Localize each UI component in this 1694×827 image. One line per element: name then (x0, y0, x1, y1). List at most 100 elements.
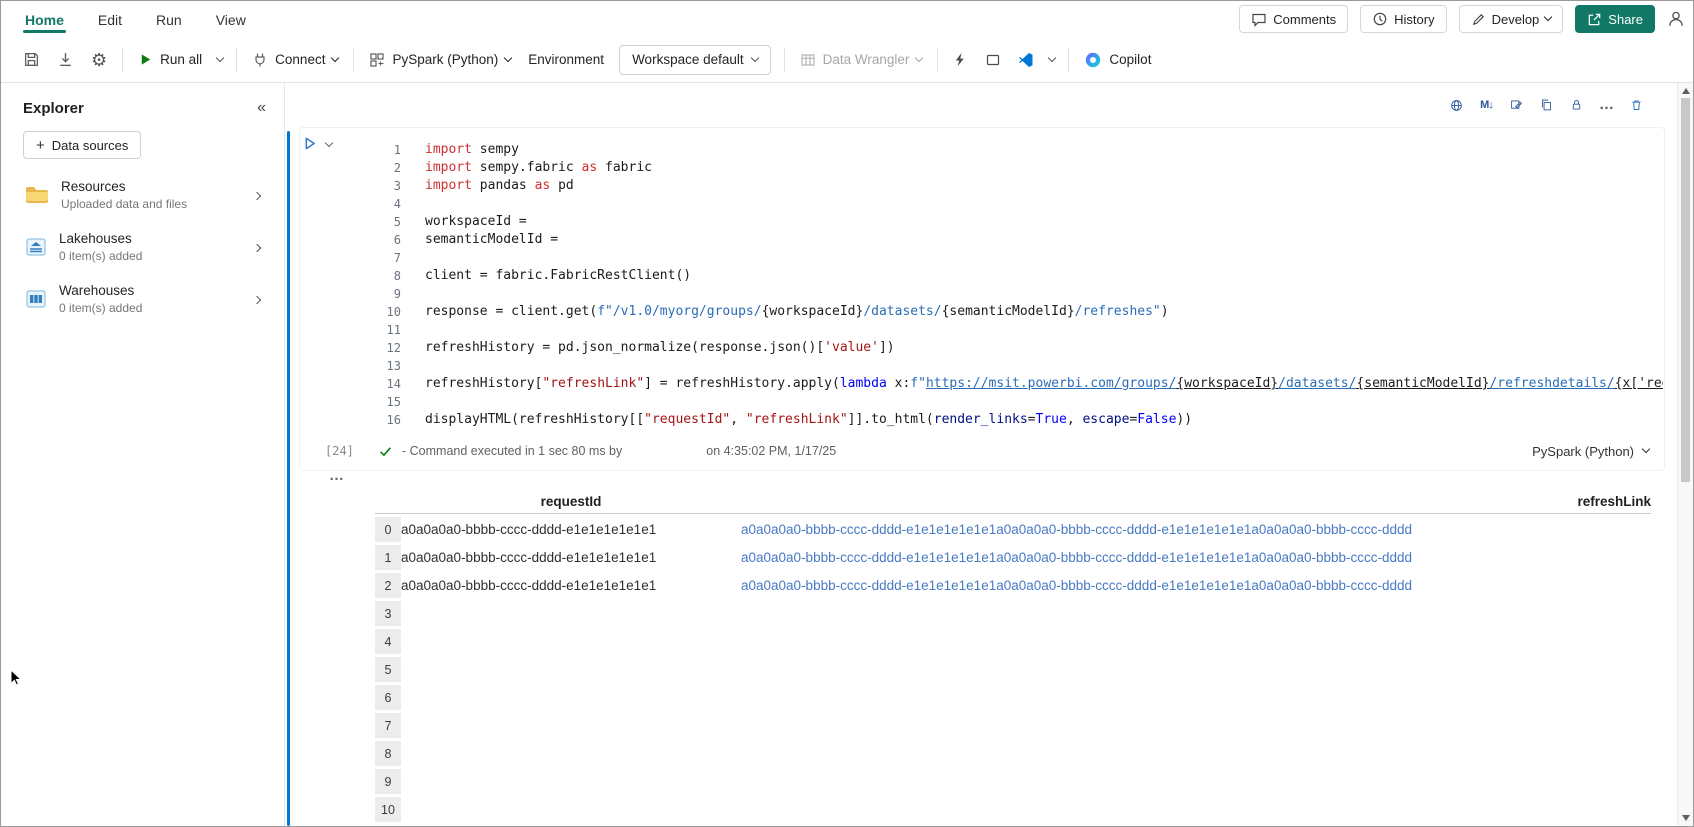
output-table-body: 0 a0a0a0a0-bbbb-cccc-dddd-e1e1e1e1e1e1 a0a… (375, 517, 1651, 822)
refresh-link-cell[interactable]: a0a0a0a0-bbbb-cccc-dddd-e1e1e1e1e1e1a0a0… (741, 545, 1651, 570)
cell-status-bar: [24] - Command executed in 1 sec 80 ms b… (325, 437, 1651, 465)
code-line[interactable] (425, 357, 1663, 375)
warehouse-icon (26, 290, 46, 308)
line-number: 6 (393, 233, 401, 247)
table-row: 4 (375, 629, 1651, 654)
more-commands-button[interactable]: … (1594, 93, 1619, 117)
freeze-cell-button[interactable] (1564, 93, 1589, 117)
run-all-dropdown-chevron[interactable] (215, 53, 225, 62)
history-button[interactable]: History (1360, 5, 1447, 33)
refresh-link-cell[interactable]: a0a0a0a0-bbbb-cccc-dddd-e1e1e1e1e1e1a0a0… (741, 517, 1651, 542)
request-id-cell: a0a0a0a0-bbbb-cccc-dddd-e1e1e1e1e1e1 (401, 522, 657, 537)
code-line[interactable]: response = client.get(f"/v1.0/myorg/grou… (425, 303, 1663, 321)
copilot-icon (1086, 52, 1101, 67)
download-button[interactable] (55, 47, 76, 72)
convert-to-markdown-button[interactable]: M↓ (1474, 93, 1499, 117)
refresh-link-cell (741, 797, 1651, 822)
vscode-button[interactable] (1016, 48, 1036, 72)
chevron-down-icon (1544, 12, 1553, 22)
code-line[interactable]: workspaceId = (425, 213, 1663, 231)
account-icon[interactable] (1667, 10, 1685, 28)
code-line[interactable] (425, 321, 1663, 339)
run-cell-icon (305, 137, 315, 150)
code-line[interactable]: refreshHistory = pd.json_normalize(respo… (425, 339, 1663, 357)
workspace-selector[interactable]: Workspace default (619, 44, 771, 75)
run-all-button[interactable]: Run all (136, 48, 204, 71)
row-index: 8 (375, 741, 401, 766)
save-icon (25, 53, 38, 66)
code-line[interactable] (425, 393, 1663, 411)
tab-home[interactable]: Home (23, 4, 66, 34)
explorer-item-lakehouses[interactable]: Lakehouses 0 item(s) added (1, 221, 284, 273)
environment-button[interactable]: Environment (526, 48, 606, 71)
lakehouse-icon (26, 238, 46, 256)
line-number: 13 (386, 359, 401, 373)
language-selector-button[interactable]: PySpark (Python) (367, 48, 513, 72)
refresh-link-cell (741, 713, 1651, 738)
copy-cell-button[interactable] (1534, 93, 1559, 117)
edit-cell-button[interactable] (1504, 93, 1529, 117)
run-cell-button[interactable] (301, 135, 318, 155)
settings-button[interactable]: ⚙ (89, 47, 109, 73)
vscode-dropdown-chevron[interactable] (1048, 53, 1057, 62)
tab-edit[interactable]: Edit (96, 4, 124, 34)
chevron-right-icon[interactable] (252, 243, 262, 253)
explorer-item-warehouses[interactable]: Warehouses 0 item(s) added (1, 273, 284, 325)
code-line[interactable]: displayHTML(refreshHistory[["requestId",… (425, 411, 1663, 429)
save-button[interactable] (21, 47, 42, 72)
refresh-link-cell (741, 629, 1651, 654)
chevron-right-icon[interactable] (252, 191, 262, 201)
focus-frame-button[interactable] (983, 48, 1003, 72)
session-button[interactable] (951, 48, 970, 71)
code-line[interactable]: semanticModelId = (425, 231, 1663, 249)
gear-icon: ⚙ (91, 49, 108, 70)
delete-cell-button[interactable] (1624, 93, 1649, 117)
add-data-sources-button[interactable]: + Data sources (23, 131, 142, 159)
comments-button[interactable]: Comments (1239, 5, 1349, 33)
collapse-explorer-button[interactable]: « (257, 99, 266, 117)
code-line[interactable]: import pandas as pd (425, 177, 1663, 195)
scroll-up-arrow-icon[interactable] (1682, 88, 1690, 94)
table-row: 5 (375, 657, 1651, 682)
code-line[interactable] (425, 285, 1663, 303)
code-lines[interactable]: import sempy import sempy.fabric as fabri… (401, 141, 1663, 429)
vertical-scrollbar[interactable] (1677, 83, 1693, 826)
code-line[interactable]: refreshHistory["refreshLink"] = refreshH… (425, 375, 1663, 393)
refresh-link-cell (741, 601, 1651, 626)
cell-output: requestId refreshLink 0 a0a0a0a0-bbbb-ccc… (375, 487, 1651, 825)
code-line[interactable]: import sempy.fabric as fabric (425, 159, 1663, 177)
output-collapse-handle[interactable]: … (329, 468, 345, 483)
explorer-item-label: Resources (61, 179, 126, 194)
chevron-right-icon[interactable] (252, 295, 262, 305)
copilot-button[interactable]: Copilot (1082, 47, 1153, 73)
line-number: 3 (393, 179, 401, 193)
history-label: History (1394, 11, 1435, 27)
row-index: 6 (375, 685, 401, 710)
run-by-line-button[interactable] (1444, 93, 1469, 117)
refresh-link-cell (741, 685, 1651, 710)
scroll-down-arrow-icon[interactable] (1682, 815, 1690, 821)
mouse-cursor (10, 669, 23, 686)
code-line[interactable]: import sempy (425, 141, 1663, 159)
refresh-link-cell[interactable]: a0a0a0a0-bbbb-cccc-dddd-e1e1e1e1e1e1a0a0… (741, 573, 1651, 598)
share-button[interactable]: Share (1575, 5, 1655, 33)
line-number: 15 (386, 395, 401, 409)
scrollbar-thumb[interactable] (1681, 98, 1690, 482)
line-number: 14 (386, 377, 401, 391)
data-wrangler-icon (801, 53, 815, 66)
active-cell-indicator (287, 131, 290, 826)
code-editor[interactable]: 1 2 3 4 5 6 7 8 9 10 11 12 13 14 15 16 import sempy impo… (329, 141, 1663, 429)
code-line[interactable] (425, 249, 1663, 267)
request-id-cell (401, 685, 741, 710)
toolbar-divider (783, 47, 785, 72)
explorer-item-resources[interactable]: Resources Uploaded data and files (1, 169, 284, 221)
tab-view[interactable]: View (214, 4, 248, 34)
develop-button[interactable]: Develop (1458, 5, 1564, 33)
cell-language-selector[interactable]: PySpark (Python) (1532, 444, 1651, 459)
tab-run[interactable]: Run (154, 4, 184, 34)
code-line[interactable]: client = fabric.FabricRestClient() (425, 267, 1663, 285)
chevron-down-icon (504, 53, 513, 62)
develop-icon (1472, 13, 1484, 25)
code-line[interactable] (425, 195, 1663, 213)
connect-button[interactable]: Connect (250, 48, 340, 72)
